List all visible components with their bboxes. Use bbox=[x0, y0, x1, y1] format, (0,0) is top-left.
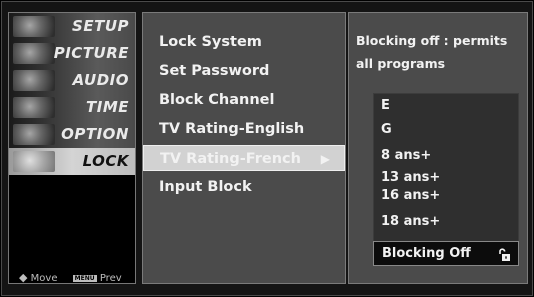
unlocked-padlock-icon bbox=[499, 248, 510, 261]
category-label: PICTURE bbox=[53, 44, 129, 62]
picture-icon bbox=[13, 43, 55, 64]
category-label: TIME bbox=[86, 98, 129, 116]
category-setup[interactable]: SETUP bbox=[9, 13, 135, 41]
menu-item-label: Lock System bbox=[159, 34, 262, 50]
rating-option-16-ans[interactable]: 16 ans+ bbox=[381, 188, 440, 203]
rating-option-13-ans[interactable]: 13 ans+ bbox=[381, 170, 440, 185]
lock-icon bbox=[13, 151, 55, 172]
blocking-off-label: Blocking Off bbox=[382, 246, 471, 261]
rating-option-g[interactable]: G bbox=[381, 122, 392, 137]
category-lock[interactable]: LOCK bbox=[9, 148, 135, 176]
category-time[interactable]: TIME bbox=[9, 94, 135, 122]
category-label: SETUP bbox=[72, 17, 129, 35]
rating-option-8-ans[interactable]: 8 ans+ bbox=[381, 148, 431, 163]
clock-icon bbox=[13, 97, 55, 118]
lock-menu-items: Lock System Set Password Block Channel T… bbox=[142, 12, 346, 284]
menu-item-set-password[interactable]: Set Password bbox=[143, 58, 345, 84]
menu-item-label: TV Rating-English bbox=[159, 121, 305, 137]
osd-menu-frame: SETUP PICTURE AUDIO TIME OPTION LOCK ◆ M… bbox=[1, 1, 533, 296]
submenu-arrow-icon: ▶ bbox=[320, 152, 330, 166]
category-audio[interactable]: AUDIO bbox=[9, 67, 135, 95]
menu-item-label: Block Channel bbox=[159, 92, 275, 108]
option-icon bbox=[13, 124, 55, 145]
navigation-hints: ◆ Move MENU Prev bbox=[19, 271, 122, 284]
blocking-off-option[interactable]: Blocking Off bbox=[373, 241, 519, 266]
rating-list: E G 8 ans+ 13 ans+ 16 ans+ 18 ans+ bbox=[373, 93, 519, 245]
menu-item-label: Set Password bbox=[159, 63, 270, 79]
speaker-icon bbox=[13, 70, 55, 91]
rating-option-18-ans[interactable]: 18 ans+ bbox=[381, 214, 440, 229]
rating-option-e[interactable]: E bbox=[381, 98, 390, 113]
category-sidebar: SETUP PICTURE AUDIO TIME OPTION LOCK ◆ M… bbox=[8, 12, 136, 284]
rating-detail-panel: Blocking off : permits all programs E G … bbox=[348, 12, 528, 284]
menu-item-tv-rating-french[interactable]: TV Rating-French ▶ bbox=[143, 145, 345, 171]
menu-item-tv-rating-english[interactable]: TV Rating-English bbox=[143, 116, 345, 142]
rating-description: Blocking off : permits all programs bbox=[356, 33, 508, 71]
satellite-dish-icon bbox=[13, 16, 55, 37]
menu-item-block-channel[interactable]: Block Channel bbox=[143, 87, 345, 113]
menu-item-input-block[interactable]: Input Block bbox=[143, 174, 345, 200]
category-option[interactable]: OPTION bbox=[9, 121, 135, 149]
category-label: OPTION bbox=[61, 125, 129, 143]
menu-item-label: Input Block bbox=[159, 179, 252, 195]
category-label: LOCK bbox=[82, 152, 129, 170]
move-arrows-icon: ◆ bbox=[19, 271, 28, 284]
menu-item-label: TV Rating-French bbox=[160, 151, 301, 167]
menu-button-icon: MENU bbox=[72, 275, 97, 282]
category-picture[interactable]: PICTURE bbox=[9, 40, 135, 68]
category-label: AUDIO bbox=[72, 71, 129, 89]
prev-hint-label: Prev bbox=[99, 273, 122, 284]
menu-item-lock-system[interactable]: Lock System bbox=[143, 29, 345, 55]
move-hint-label: Move bbox=[30, 273, 58, 284]
